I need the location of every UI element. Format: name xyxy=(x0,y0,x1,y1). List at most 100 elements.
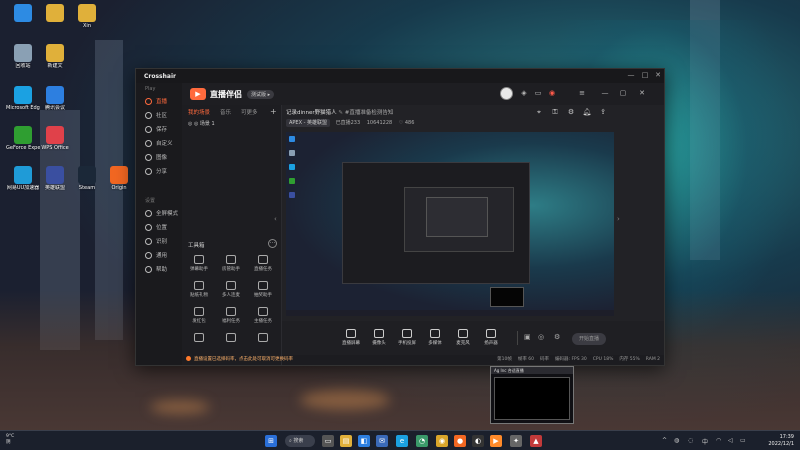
gift-icon[interactable]: ◈ xyxy=(519,88,529,98)
tray-ime-icon[interactable]: 中 xyxy=(702,437,708,446)
desktop-icon[interactable]: 网易UU加速器 xyxy=(6,166,40,191)
photos-icon[interactable]: ◔ xyxy=(416,435,428,447)
add-scene-button[interactable]: + xyxy=(270,107,277,116)
toolbox-item[interactable]: 直播任务 xyxy=(248,255,278,272)
sidebar-item[interactable]: 位置 xyxy=(136,220,182,234)
control-button[interactable]: 扬声器 xyxy=(478,329,504,346)
desktop-icon[interactable] xyxy=(6,4,40,23)
floating-preview[interactable]: Ag Inc 合适直播 xyxy=(490,366,574,424)
tab-my-scenes[interactable]: 我的场景 xyxy=(188,108,210,116)
battery-icon[interactable]: ▭ xyxy=(740,437,746,444)
sidebar-item[interactable]: 全屏模式 xyxy=(136,206,182,220)
toolbox-item[interactable]: 贴纸礼物 xyxy=(184,281,214,298)
chrome-icon[interactable]: ◉ xyxy=(436,435,448,447)
mail-icon[interactable]: ✉ xyxy=(376,435,388,447)
warning-bar[interactable]: 直播设置已选择码率，点击此处可取消可更换码率 xyxy=(182,354,442,363)
sidebar-item[interactable]: 识别 xyxy=(136,234,182,248)
preview-right-arrow[interactable]: › xyxy=(617,215,620,223)
control-button[interactable]: 直播屏幕 xyxy=(338,329,364,346)
record-icon[interactable]: ◉ xyxy=(547,88,557,98)
taskbar-search[interactable]: ⌕ 搜索 xyxy=(285,435,315,447)
desktop-icon[interactable]: Microsoft Edge xyxy=(6,86,40,111)
header-close-icon[interactable]: ✕ xyxy=(637,88,647,98)
pin-icon[interactable]: ⌖ xyxy=(534,108,544,117)
bell-icon[interactable]: 🔔︎ xyxy=(582,108,592,116)
taskview-icon[interactable]: ▭ xyxy=(322,435,334,447)
screen-icon[interactable]: ▭ xyxy=(533,88,543,98)
control-button[interactable]: 多媒体 xyxy=(422,329,448,346)
header-minimize-icon[interactable]: — xyxy=(600,88,610,98)
sidebar-item[interactable]: 保存 xyxy=(136,122,182,136)
tray-chevron-icon[interactable]: ^ xyxy=(662,437,667,444)
desktop-icon[interactable]: WPS Office xyxy=(38,126,72,151)
desktop-icon[interactable]: 腾讯会议 xyxy=(38,86,72,111)
window-titlebar[interactable]: Crosshair xyxy=(136,69,664,83)
stream-title[interactable]: 记录dinner野猫猎人 xyxy=(286,110,337,116)
sidebar-item[interactable]: 直播 xyxy=(136,94,182,108)
live-preview[interactable] xyxy=(286,132,614,316)
sidebar-item[interactable]: 社区 xyxy=(136,108,182,122)
scene-item[interactable]: ◎ ◎ 场景 1 xyxy=(182,118,281,129)
start-live-button[interactable]: 开始直播 xyxy=(572,333,606,345)
sidebar-item[interactable]: 帮助 xyxy=(136,262,182,276)
beauty-icon[interactable]: ◎ xyxy=(538,333,544,341)
tray-app-icon[interactable]: ◍ xyxy=(674,437,679,444)
toolbox-item[interactable]: 房管助手 xyxy=(216,255,246,272)
sidebar-item[interactable]: 通用 xyxy=(136,248,182,262)
wifi-icon[interactable]: ◠ xyxy=(716,437,721,444)
sidebar-item[interactable]: 图像 xyxy=(136,150,182,164)
obs-icon[interactable]: ◐ xyxy=(472,435,484,447)
toolbox-item[interactable] xyxy=(248,333,278,344)
desktop-icon[interactable]: Steam xyxy=(70,166,104,191)
weather-widget[interactable]: 9°C 阴 xyxy=(6,434,14,446)
sidebar-item[interactable]: 自定义 xyxy=(136,136,182,150)
app-icon[interactable]: ▲ xyxy=(530,435,542,447)
toolbox-item[interactable]: 抽奖助手 xyxy=(248,281,278,298)
desktop-icon[interactable]: 回收站 xyxy=(6,44,40,69)
share-icon[interactable]: ⇪ xyxy=(598,108,608,116)
taskbar-clock[interactable]: 17:39 2022/12/1 xyxy=(768,434,794,448)
toolbox-item[interactable] xyxy=(216,333,246,344)
maximize-button[interactable]: □ xyxy=(640,71,650,79)
tab-more[interactable]: 可更多 xyxy=(241,108,258,116)
toolbox-item[interactable]: 主播任务 xyxy=(248,307,278,324)
edge-icon[interactable]: e xyxy=(396,435,408,447)
origin-icon[interactable]: ● xyxy=(454,435,466,447)
sidebar-item[interactable]: 分享 xyxy=(136,164,182,178)
store-icon[interactable]: ◧ xyxy=(358,435,370,447)
game-icon[interactable]: ✦ xyxy=(510,435,522,447)
desktop-icon[interactable]: 英雄联盟 xyxy=(38,166,72,191)
desktop-icon[interactable]: 新建文 xyxy=(38,44,72,69)
explorer-icon[interactable]: ▤ xyxy=(340,435,352,447)
control-button[interactable]: 摄像头 xyxy=(366,329,392,346)
volume-icon[interactable]: ◁ xyxy=(728,437,733,444)
desktop-icon[interactable] xyxy=(38,4,72,23)
control-button[interactable]: 手机投屏 xyxy=(394,329,420,346)
version-badge[interactable]: 测试版 ▸ xyxy=(247,89,275,99)
desktop-icon[interactable]: GeForce Experience xyxy=(6,126,40,151)
menu-icon[interactable]: ≡ xyxy=(577,88,587,98)
settings-icon[interactable]: ⚙ xyxy=(566,108,576,116)
desktop-icon[interactable]: Xin xyxy=(70,4,104,29)
desktop-icon[interactable]: Origin xyxy=(102,166,136,191)
settings-gear-icon[interactable]: ⚙ xyxy=(554,333,560,341)
tray-network-icon[interactable]: ◌ xyxy=(688,437,693,444)
toolbox-item[interactable]: 弹幕助手 xyxy=(184,255,214,272)
close-button[interactable]: ✕ xyxy=(653,71,663,79)
user-avatar[interactable] xyxy=(500,87,513,100)
tab-music[interactable]: 音乐 xyxy=(220,108,231,116)
live-assistant-taskbar-icon[interactable]: ▶ xyxy=(490,435,502,447)
header-maximize-icon[interactable]: ▢ xyxy=(618,88,628,98)
start-icon[interactable]: ⊞ xyxy=(265,435,277,447)
minimize-button[interactable]: — xyxy=(626,71,636,79)
toolbox-more-button[interactable]: ··· xyxy=(268,239,277,248)
toolbox-item[interactable]: 发红包 xyxy=(184,307,214,324)
preview-left-arrow[interactable]: ‹ xyxy=(274,215,277,223)
camera-icon[interactable]: ▣ xyxy=(524,333,531,341)
toolbox-item[interactable]: 福利任务 xyxy=(216,307,246,324)
lock-icon[interactable]: ⚿ xyxy=(550,108,560,117)
toolbox-item[interactable]: 多人连麦 xyxy=(216,281,246,298)
control-button[interactable]: 麦克风 xyxy=(450,329,476,346)
category-tag[interactable]: APEX - 英雄联盟 xyxy=(286,119,331,127)
toolbox-item[interactable] xyxy=(184,333,214,344)
